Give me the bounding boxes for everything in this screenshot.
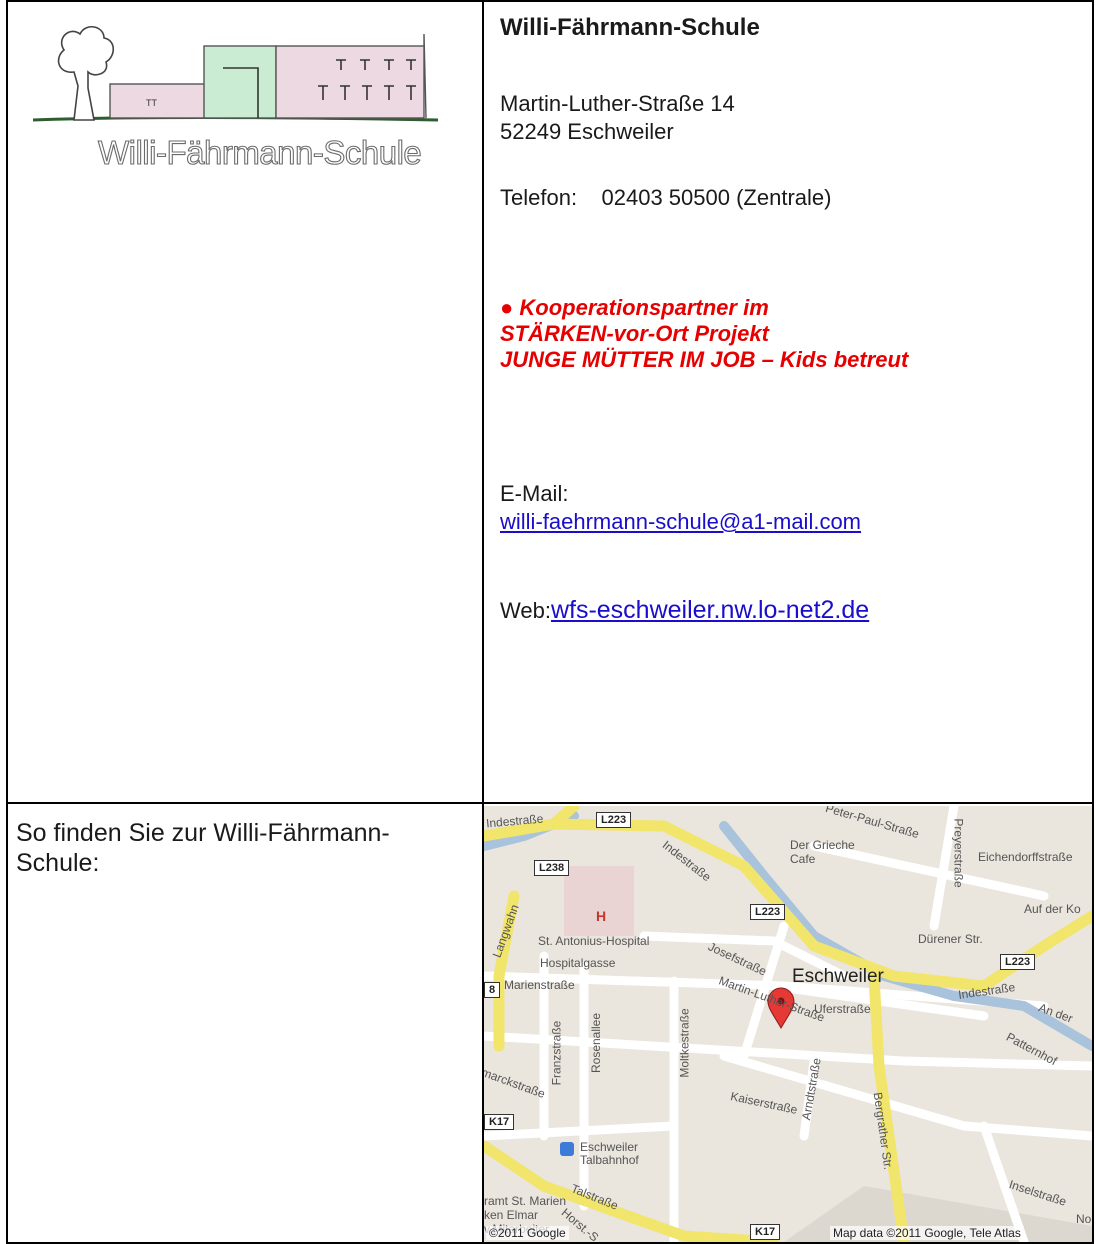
phone-line: Telefon: 02403 50500 (Zentrale) xyxy=(500,184,1092,212)
map-label: Rosenallee xyxy=(589,1012,604,1074)
email-label: E-Mail: xyxy=(500,481,569,506)
map-label: No xyxy=(1076,1212,1092,1226)
road-shield: L223 xyxy=(1000,954,1036,970)
school-name: Willi-Fährmann-Schule xyxy=(500,14,760,41)
road-shield: L223 xyxy=(596,812,632,828)
map-label: Marienstraße xyxy=(504,978,575,992)
map-label: Uferstraße xyxy=(814,1002,871,1016)
map-label: Eschweiler xyxy=(580,1140,639,1154)
school-logo: TT Willi-Fährmann-Schule xyxy=(8,2,484,202)
tree-icon xyxy=(57,26,115,121)
map-label: Talbahnhof xyxy=(580,1153,639,1167)
coop-line-2: STÄRKEN-vor-Ort Projekt xyxy=(500,321,769,346)
map-label: Hospitalgasse xyxy=(540,956,616,970)
web-link[interactable]: wfs-eschweiler.nw.lo-net2.de xyxy=(551,596,869,624)
contact-cell: Willi-Fährmann-Schule Martin-Luther-Stra… xyxy=(482,0,1094,804)
road-shield: L238 xyxy=(534,860,570,876)
road-shield: K17 xyxy=(484,1114,515,1130)
logo-cell: TT Willi-Fährmann-Schule xyxy=(6,0,484,804)
map-label: Auf der Ko xyxy=(1024,902,1081,916)
svg-text:TT: TT xyxy=(146,98,157,108)
address-block: Martin-Luther-Straße 14 52249 Eschweiler xyxy=(500,90,1092,146)
web-line: Web:wfs-eschweiler.nw.lo-net2.de xyxy=(500,596,1092,625)
location-map[interactable]: H Indestraße Indestraße Indestraße Peter… xyxy=(484,806,1092,1242)
map-label: Eichendorffstraße xyxy=(978,850,1073,864)
hospital-icon: H xyxy=(596,908,606,924)
map-label: ramt St. Marien xyxy=(484,1194,567,1208)
map-label: Franzstraße xyxy=(549,1020,564,1086)
phone-value: 02403 50500 (Zentrale) xyxy=(601,185,832,210)
map-label: Cafe xyxy=(790,852,816,866)
map-label: ken Elmar xyxy=(484,1208,539,1222)
map-copyright: ©2011 Google xyxy=(486,1226,569,1240)
train-station-icon xyxy=(560,1142,574,1156)
road-shield: 8 xyxy=(484,982,501,998)
map-city-label: Eschweiler xyxy=(792,966,884,987)
map-label: St. Antonius-Hospital xyxy=(538,934,650,948)
directions-text: So finden Sie zur Willi-Fährmann-Schule: xyxy=(16,819,390,877)
coop-line-1: ● Kooperationspartner im xyxy=(500,295,769,320)
email-link[interactable]: willi-faehrmann-schule@a1-mail.com xyxy=(500,509,861,534)
map-cell: H Indestraße Indestraße Indestraße Peter… xyxy=(482,802,1094,1244)
city: 52249 Eschweiler xyxy=(500,119,674,144)
map-label: Dürener Str. xyxy=(918,932,983,946)
web-label: Web: xyxy=(500,598,551,623)
map-label: Der Grieche xyxy=(790,838,855,852)
map-label: Preyerstraße xyxy=(951,818,966,888)
road-shield: L223 xyxy=(750,904,786,920)
map-label: Moltkestraße xyxy=(677,1008,692,1078)
map-attribution: Map data ©2011 Google, Tele Atlas xyxy=(830,1226,1024,1240)
school-logo-image: TT Willi-Fährmann-Schule xyxy=(32,26,438,172)
directions-cell: So finden Sie zur Willi-Fährmann-Schule: xyxy=(6,802,484,1244)
coop-line-3: JUNGE MÜTTER IM JOB – Kids betreut xyxy=(500,347,909,372)
phone-label: Telefon: xyxy=(500,185,578,210)
street: Martin-Luther-Straße 14 xyxy=(500,91,735,116)
road-shield: K17 xyxy=(750,1224,781,1240)
document-table: TT Willi-Fährmann-Schule Willi-Fährmann-… xyxy=(6,0,1094,1244)
logo-wordmark: Willi-Fährmann-Schule xyxy=(98,134,421,171)
cooperation-note: ● Kooperationspartner im STÄRKEN-vor-Ort… xyxy=(500,295,1092,373)
map-streets: H xyxy=(484,806,1092,1242)
